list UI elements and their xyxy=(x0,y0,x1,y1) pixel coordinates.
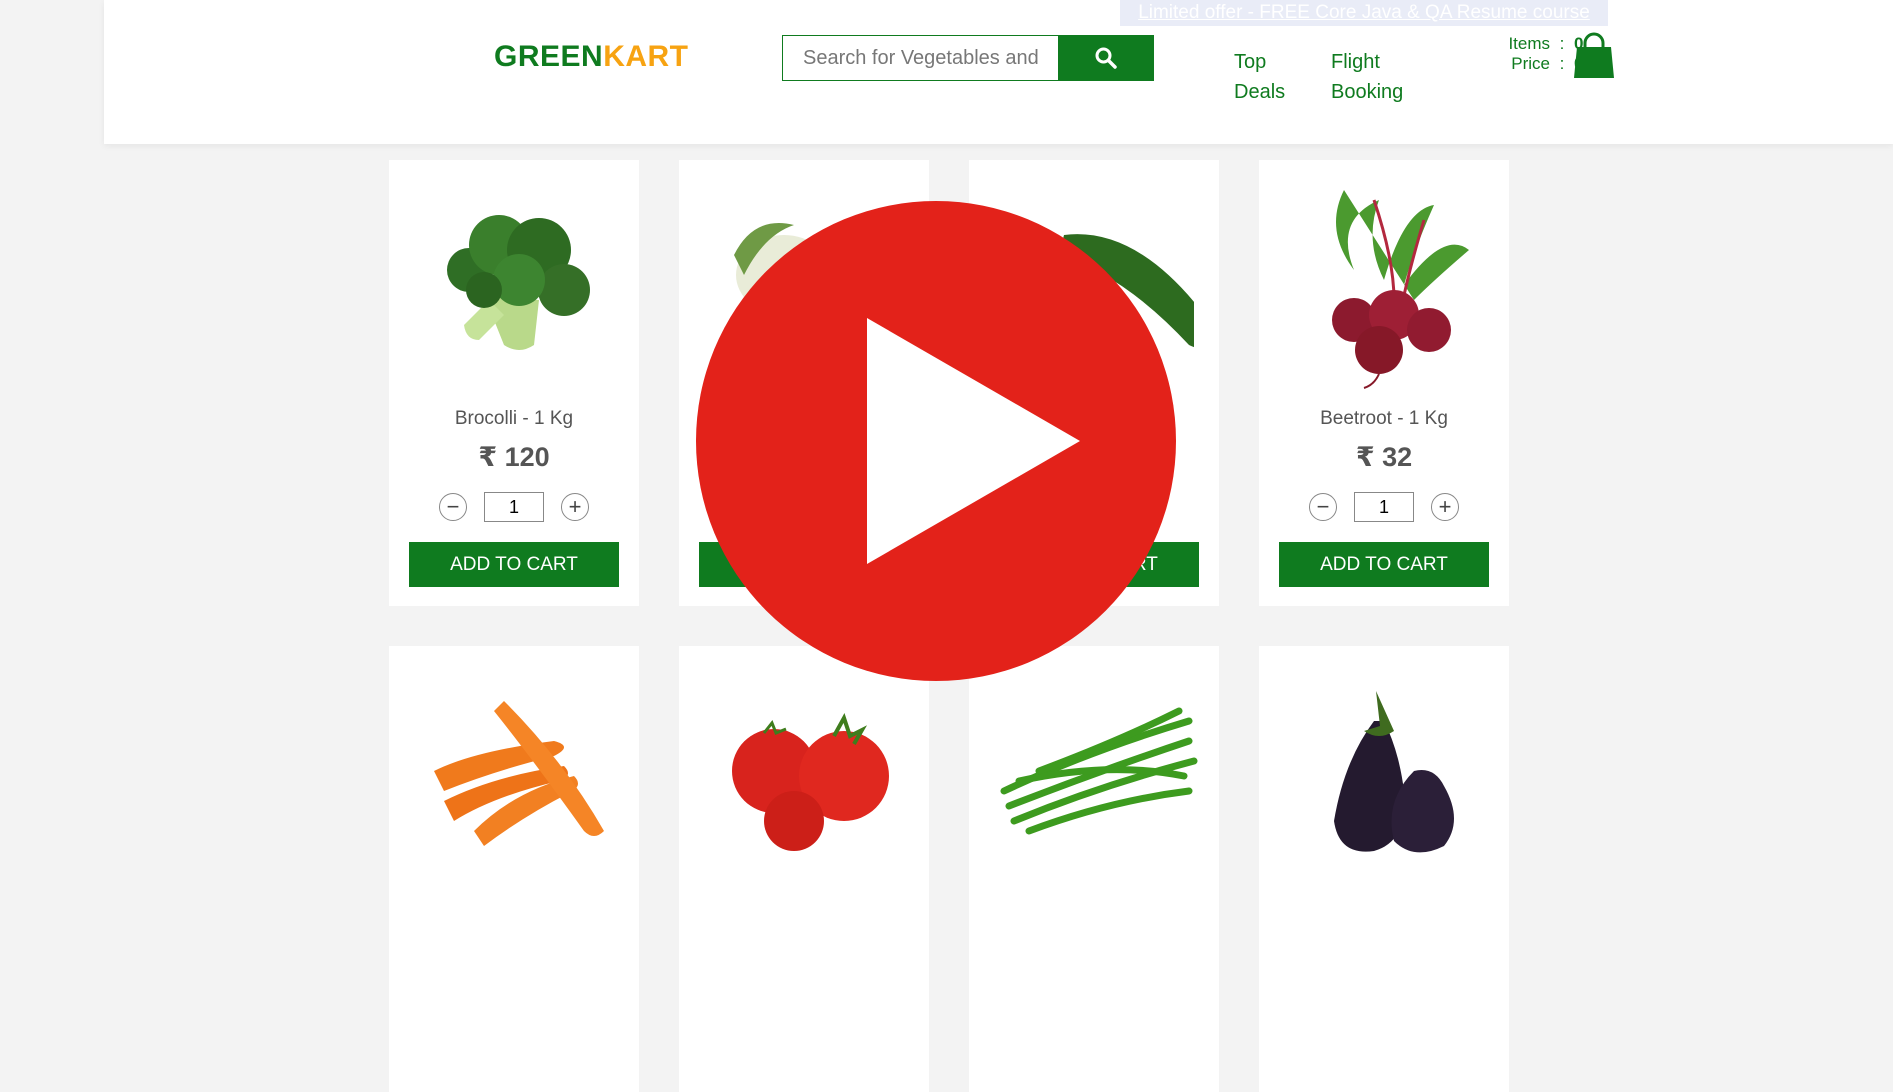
brand-orange-text: KART xyxy=(603,40,689,73)
product-image xyxy=(1259,646,1509,886)
product-card xyxy=(969,646,1219,1092)
product-card: Beetroot - 1 Kg ₹ 32 − + ADD TO CART xyxy=(1259,160,1509,606)
cart-price-separator: : xyxy=(1559,54,1565,73)
nav-top-deals-line1: Top xyxy=(1234,51,1267,73)
product-image xyxy=(389,160,639,400)
cart-button[interactable] xyxy=(1572,32,1616,85)
quantity-input[interactable] xyxy=(484,492,544,522)
quantity-stepper: − + xyxy=(439,490,589,524)
increment-button[interactable]: + xyxy=(561,493,589,521)
quantity-input[interactable] xyxy=(1354,492,1414,522)
search-icon xyxy=(1095,47,1117,69)
add-to-cart-button[interactable]: ADD TO CART xyxy=(1279,542,1489,587)
product-card xyxy=(1259,646,1509,1092)
beans-image xyxy=(1000,707,1198,835)
carrot-image xyxy=(434,701,604,846)
nav-top-deals-line2: Deals xyxy=(1234,81,1286,103)
beetroot-image xyxy=(1332,190,1469,389)
shopping-bag-icon xyxy=(1574,32,1614,78)
product-name: Beetroot - 1 Kg xyxy=(1320,408,1448,429)
search-button[interactable] xyxy=(1058,35,1154,81)
nav-top-deals[interactable]: Top Deals xyxy=(1234,47,1324,107)
decrement-button[interactable]: − xyxy=(1309,493,1337,521)
product-price: ₹ 120 xyxy=(478,442,550,472)
product-price: ₹ 32 xyxy=(1355,442,1413,472)
search-bar xyxy=(782,35,1154,81)
search-input[interactable] xyxy=(782,35,1058,81)
cart-price-label: Price xyxy=(1511,54,1550,73)
nav-flight-booking-line1: Flight xyxy=(1331,51,1380,73)
quantity-stepper: − + xyxy=(1309,490,1459,524)
increment-button[interactable]: + xyxy=(1431,493,1459,521)
nav-flight-booking[interactable]: Flight Booking xyxy=(1331,47,1421,107)
add-to-cart-button[interactable]: ADD TO CART xyxy=(409,542,619,587)
product-card: Brocolli - 1 Kg ₹ 120 − + ADD TO CART xyxy=(389,160,639,606)
product-image xyxy=(389,646,639,886)
cart-items-separator: : xyxy=(1559,34,1565,53)
video-play-button[interactable] xyxy=(695,200,1177,682)
brand-logo[interactable]: GREENKART xyxy=(494,40,689,74)
brinjal-image xyxy=(1334,691,1454,853)
cart-items-label: Items xyxy=(1508,34,1550,53)
product-name: Brocolli - 1 Kg xyxy=(454,408,574,429)
broccoli-image xyxy=(447,215,590,350)
brand-green-text: GREEN xyxy=(494,40,604,73)
product-card xyxy=(679,646,929,1092)
tomato-image xyxy=(732,713,889,851)
nav-flight-booking-line2: Booking xyxy=(1331,81,1404,103)
play-icon xyxy=(696,201,1176,681)
product-card xyxy=(389,646,639,1092)
decrement-button[interactable]: − xyxy=(439,493,467,521)
promo-link[interactable]: Limited offer - FREE Core Java & QA Resu… xyxy=(1120,0,1608,26)
product-image xyxy=(1259,160,1509,400)
